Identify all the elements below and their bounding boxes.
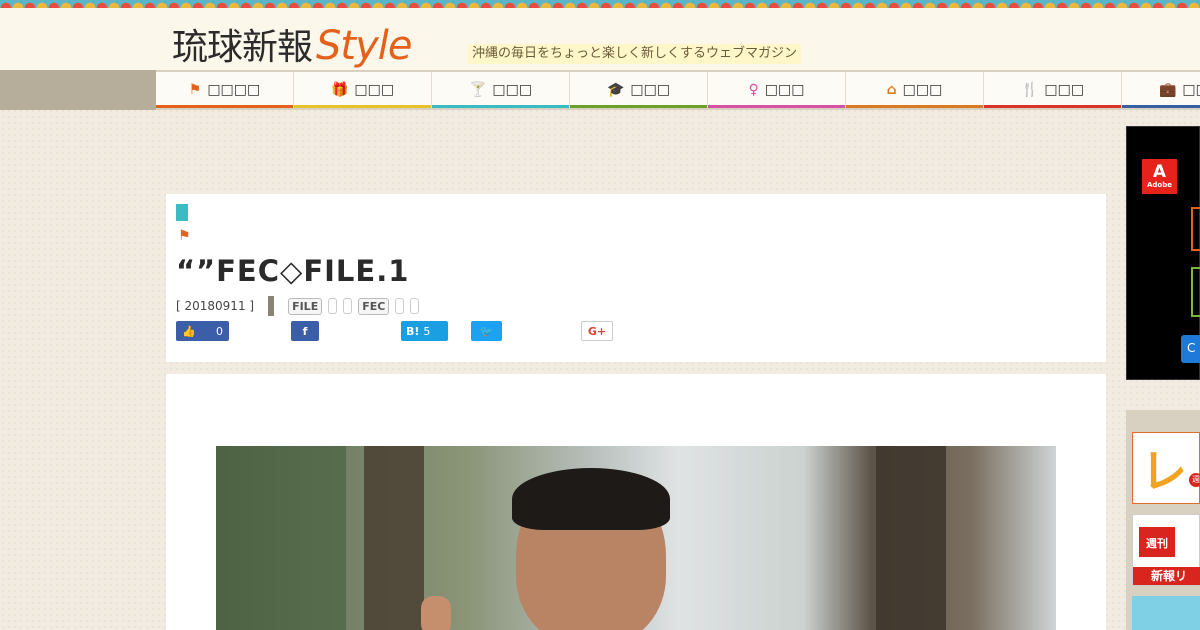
site-logo[interactable]: 琉球新報 Style [172, 18, 412, 69]
gift-icon: 🎁 [330, 82, 349, 98]
article-body [166, 374, 1106, 630]
flag-icon: ⚑ [178, 228, 191, 244]
sidebar-banners: レ 週 週刊 新報リ [1126, 410, 1200, 630]
nav-item-1[interactable]: 🎁 □□□ [294, 72, 432, 108]
nav-item-label: □□□ [630, 82, 671, 98]
adobe-logo-text: Adobe [1147, 181, 1172, 189]
logo-japanese: 琉球新報 [172, 27, 313, 68]
photo-person-hair [512, 468, 670, 530]
nav-item-5[interactable]: ⌂ □□□ [846, 72, 984, 108]
woman-icon: ♀ [748, 82, 759, 98]
sidebar-banner-character[interactable] [1132, 596, 1200, 630]
nav-item-label: □□□ [354, 82, 395, 98]
hatena-count: 5 [423, 324, 431, 338]
nav-left-spacer [0, 70, 156, 110]
adobe-logo-letter: A [1152, 162, 1167, 182]
nav-item-label: □□□ [902, 82, 943, 98]
twitter-icon: 🐦 [479, 324, 494, 338]
banner-shinpo-label: 新報リ [1133, 567, 1200, 585]
ad-cta-button[interactable]: C [1181, 335, 1200, 363]
article-photo [216, 446, 1056, 630]
photo-tree-trunk [876, 446, 946, 630]
nav-item-3[interactable]: 🎓 □□□ [570, 72, 708, 108]
tag-placeholder [410, 298, 420, 314]
graduation-cap-icon: 🎓 [606, 82, 625, 98]
adobe-ad-banner[interactable]: A Adobe C [1126, 126, 1200, 380]
ad-orange-frame [1191, 207, 1200, 251]
nav-item-0[interactable]: ⚑ □□□□ [156, 72, 294, 108]
article-header: ⚑ “”FEC◇FILE.1 [ 20180911 ] FILE FEC 👍 0… [166, 194, 1106, 362]
nav-bar: ⚑ □□□□ 🎁 □□□ 🍸 □□□ 🎓 □□□ ♀ □□□ ⌂ □□□ 🍴 □□□ 💼 □□□ [0, 70, 1200, 110]
ad-green-frame [1191, 267, 1200, 317]
adobe-logo: A Adobe [1142, 159, 1177, 194]
nav-item-4[interactable]: ♀ □□□ [708, 72, 846, 108]
nav-item-label: □□□ [764, 82, 805, 98]
flag-icon: ⚑ [188, 82, 202, 98]
google-plus-icon: G+ [587, 324, 607, 338]
logo-style-word: Style [316, 23, 412, 69]
nav-item-6[interactable]: 🍴 □□□ [984, 72, 1122, 108]
hatena-icon: B! [406, 324, 420, 338]
facebook-icon: f [302, 324, 308, 338]
nav-item-label: □□□□ [207, 82, 261, 98]
tag-fec[interactable]: FEC [358, 297, 390, 315]
main-nav: ⚑ □□□□ 🎁 □□□ 🍸 □□□ 🎓 □□□ ♀ □□□ ⌂ □□□ 🍴 □□□ 💼 □□□ [156, 72, 1200, 108]
sidebar-banner-shinpo[interactable]: 週刊 新報リ [1132, 514, 1200, 586]
banner-big-letter: レ [1141, 444, 1187, 498]
photo-foliage [216, 446, 346, 630]
sidebar-banner-weekly[interactable]: レ 週 [1132, 432, 1200, 504]
nav-item-7[interactable]: 💼 □□□ [1122, 72, 1200, 108]
twitter-share-button[interactable]: 🐦 [471, 321, 502, 341]
article-title: “”FEC◇FILE.1 [176, 254, 410, 288]
tag-placeholder [328, 298, 338, 314]
nav-item-label: □□□ [492, 82, 533, 98]
house-icon: ⌂ [886, 82, 897, 98]
like-count: 0 [216, 324, 223, 338]
nav-item-label: □□□ [1182, 82, 1200, 98]
tag-placeholder [395, 298, 405, 314]
site-tagline: 沖縄の毎日をちょっと楽しく新しくするウェブマガジン [468, 44, 802, 64]
banner-house-icon: 週刊 [1139, 527, 1175, 557]
article-date: [ 20180911 ] [176, 299, 255, 313]
facebook-share-button[interactable]: f [291, 321, 319, 341]
meta-separator [268, 296, 275, 316]
top-pattern-strip [0, 0, 1200, 8]
google-plus-share-button[interactable]: G+ [581, 321, 613, 341]
tag-file[interactable]: FILE [288, 297, 323, 315]
photo-tree-trunk [364, 446, 424, 630]
category-marker[interactable] [176, 204, 188, 221]
fork-knife-icon: 🍴 [1020, 82, 1039, 98]
photo-person-hand [421, 596, 451, 630]
nav-item-2[interactable]: 🍸 □□□ [432, 72, 570, 108]
hatena-bookmark-button[interactable]: B! 5 [401, 321, 448, 341]
article-meta: [ 20180911 ] FILE FEC [176, 296, 420, 316]
drinks-icon: 🍸 [468, 82, 487, 98]
banner-weekly-badge: 週 [1189, 473, 1200, 487]
site-header: 琉球新報 Style 沖縄の毎日をちょっと楽しく新しくするウェブマガジン [0, 8, 1200, 70]
tag-placeholder [343, 298, 353, 314]
thumbs-up-icon: 👍 [182, 324, 196, 338]
facebook-like-button[interactable]: 👍 0 [176, 321, 229, 341]
briefcase-icon: 💼 [1158, 82, 1177, 98]
nav-item-label: □□□ [1044, 82, 1085, 98]
